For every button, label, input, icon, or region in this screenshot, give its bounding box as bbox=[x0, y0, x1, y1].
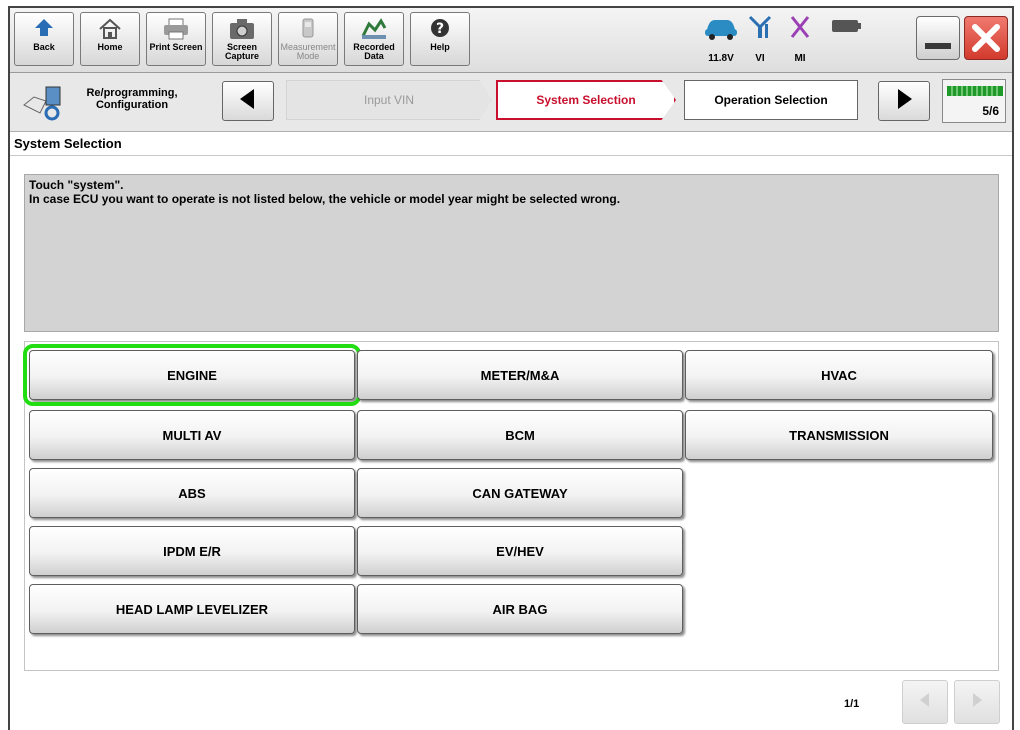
divider bbox=[10, 155, 1012, 156]
system-button-ev-hev[interactable]: EV/HEV bbox=[357, 526, 683, 576]
arrow-left-icon bbox=[238, 87, 258, 116]
instruction-line-1: Touch "system". bbox=[29, 178, 124, 192]
device-icon bbox=[829, 20, 863, 46]
navigation-bar: Re/programming, Configuration Input VIN … bbox=[10, 73, 1012, 132]
svg-text:?: ? bbox=[436, 21, 444, 37]
measurement-mode-button[interactable]: Measurement Mode bbox=[278, 12, 338, 66]
mi-disconnected-icon bbox=[785, 16, 815, 46]
page-up-button[interactable] bbox=[902, 680, 948, 724]
system-button-ipdm[interactable]: IPDM E/R bbox=[29, 526, 355, 576]
arrow-right-icon bbox=[894, 87, 914, 116]
minimize-icon bbox=[917, 43, 959, 63]
back-arrow-icon bbox=[15, 13, 73, 43]
toolbar: Back Home Print Screen Screen Capture Me… bbox=[10, 8, 1012, 73]
system-button-air-bag[interactable]: AIR BAG bbox=[357, 584, 683, 634]
battery-status: 11.8V bbox=[698, 12, 744, 66]
minimize-button[interactable] bbox=[916, 16, 960, 60]
home-icon bbox=[81, 13, 139, 43]
measurement-icon bbox=[279, 13, 337, 43]
system-button-bcm[interactable]: BCM bbox=[357, 410, 683, 460]
progress-indicator: 5/6 bbox=[942, 79, 1006, 123]
system-button-can-gateway[interactable]: CAN GATEWAY bbox=[357, 468, 683, 518]
back-button[interactable]: Back bbox=[14, 12, 74, 66]
arrow-left-icon bbox=[917, 691, 933, 714]
module-label: Re/programming, Configuration bbox=[86, 87, 178, 111]
progress-bar bbox=[947, 83, 1003, 101]
system-button-transmission[interactable]: TRANSMISSION bbox=[685, 410, 993, 460]
instruction-line-2: In case ECU you want to operate is not l… bbox=[29, 192, 621, 206]
system-button-multi-av[interactable]: MULTI AV bbox=[29, 410, 355, 460]
mi-status: MI bbox=[782, 12, 818, 66]
step-system-selection: System Selection bbox=[496, 80, 676, 120]
arrow-right-icon bbox=[969, 691, 985, 714]
printer-icon bbox=[147, 13, 205, 43]
page-title: System Selection bbox=[14, 136, 122, 151]
device-status bbox=[826, 12, 866, 66]
system-button-meter[interactable]: METER/M&A bbox=[357, 350, 683, 400]
system-button-head-lamp-levelizer[interactable]: HEAD LAMP LEVELIZER bbox=[29, 584, 355, 634]
car-icon bbox=[701, 20, 741, 46]
instruction-message: Touch "system". In case ECU you want to … bbox=[24, 174, 999, 332]
close-icon bbox=[965, 24, 1007, 63]
recorded-data-icon bbox=[345, 13, 403, 43]
screen-capture-button[interactable]: Screen Capture bbox=[212, 12, 272, 66]
help-button[interactable]: ? Help bbox=[410, 12, 470, 66]
page-down-button[interactable] bbox=[954, 680, 1000, 724]
system-button-engine[interactable]: ENGINE bbox=[23, 344, 361, 406]
close-button[interactable] bbox=[964, 16, 1008, 60]
page-indicator: 1/1 bbox=[844, 698, 860, 710]
help-icon: ? bbox=[411, 13, 469, 43]
print-screen-button[interactable]: Print Screen bbox=[146, 12, 206, 66]
system-button-hvac[interactable]: HVAC bbox=[685, 350, 993, 400]
previous-step-button[interactable] bbox=[222, 81, 274, 121]
camera-icon bbox=[213, 13, 271, 43]
step-input-vin: Input VIN bbox=[286, 80, 492, 120]
vi-status: VI bbox=[742, 12, 778, 66]
step-operation-selection: Operation Selection bbox=[684, 80, 858, 120]
home-button[interactable]: Home bbox=[80, 12, 140, 66]
system-grid: ENGINE METER/M&A HVAC MULTI AV BCM TRANS… bbox=[23, 341, 999, 671]
next-step-button[interactable] bbox=[878, 81, 930, 121]
recorded-data-button[interactable]: Recorded Data bbox=[344, 12, 404, 66]
app-window: Back Home Print Screen Screen Capture Me… bbox=[8, 6, 1014, 730]
reprogramming-icon bbox=[20, 83, 64, 126]
system-button-abs[interactable]: ABS bbox=[29, 468, 355, 518]
progress-text: 5/6 bbox=[982, 104, 999, 118]
vi-connection-icon bbox=[745, 15, 775, 46]
